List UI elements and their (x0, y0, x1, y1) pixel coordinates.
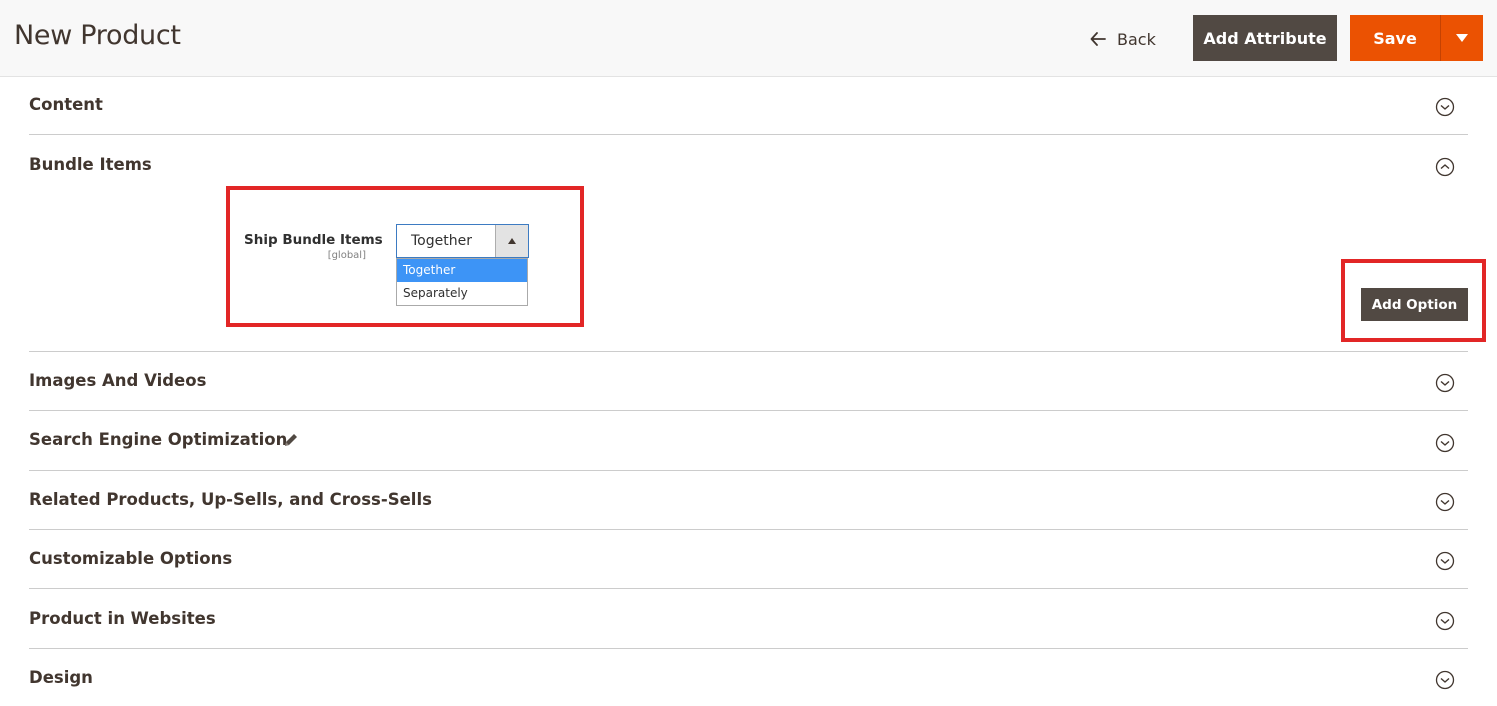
chevron-down-circle-icon[interactable] (1435, 611, 1455, 631)
arrow-left-icon (1090, 32, 1106, 46)
triangle-up-icon (508, 238, 516, 244)
section-title-customizable: Customizable Options (29, 549, 233, 568)
chevron-down-circle-icon[interactable] (1435, 492, 1455, 512)
section-title-bundle-items: Bundle Items (29, 155, 152, 174)
save-button[interactable]: Save (1350, 15, 1441, 61)
triangle-down-icon (1456, 34, 1468, 42)
section-title-websites: Product in Websites (29, 609, 216, 628)
section-related-products[interactable]: Related Products, Up-Sells, and Cross-Se… (29, 471, 1468, 530)
section-title-seo: Search Engine Optimization (29, 430, 288, 449)
add-option-button[interactable]: Add Option (1361, 288, 1468, 321)
scope-label: [global] (327, 250, 366, 261)
save-options-toggle[interactable] (1441, 15, 1483, 61)
option-together[interactable]: Together (397, 259, 527, 282)
chevron-down-circle-icon[interactable] (1435, 551, 1455, 571)
section-title-content: Content (29, 95, 103, 114)
save-split-button: Save (1350, 15, 1483, 61)
section-title-images-videos: Images And Videos (29, 371, 207, 390)
section-images-videos[interactable]: Images And Videos (29, 352, 1468, 411)
chevron-up-circle-icon[interactable] (1435, 157, 1455, 177)
option-separately[interactable]: Separately (397, 282, 527, 305)
back-label: Back (1117, 29, 1156, 49)
add-attribute-button[interactable]: Add Attribute (1193, 15, 1337, 61)
chevron-down-circle-icon[interactable] (1435, 670, 1455, 690)
chevron-down-circle-icon[interactable] (1435, 373, 1455, 393)
section-product-in-websites[interactable]: Product in Websites (29, 589, 1468, 649)
ship-bundle-items-select[interactable]: Together (396, 224, 529, 258)
section-content[interactable]: Content (29, 77, 1468, 135)
section-title-related: Related Products, Up-Sells, and Cross-Se… (29, 490, 432, 509)
section-design[interactable]: Design (29, 649, 1468, 706)
pencil-icon (285, 434, 297, 446)
select-value: Together (411, 233, 472, 249)
chevron-down-circle-icon[interactable] (1435, 97, 1455, 117)
chevron-down-circle-icon[interactable] (1435, 433, 1455, 453)
page-title: New Product (14, 20, 181, 51)
ship-bundle-items-label: Ship Bundle Items (244, 232, 383, 248)
section-customizable-options[interactable]: Customizable Options (29, 530, 1468, 589)
back-button[interactable]: Back (1090, 26, 1156, 52)
section-title-design: Design (29, 668, 93, 687)
select-toggle[interactable] (495, 225, 528, 257)
section-seo[interactable]: Search Engine Optimization (29, 411, 1468, 471)
ship-bundle-items-dropdown: Together Separately (396, 258, 528, 306)
page-header: New Product Back Add Attribute Save (0, 0, 1497, 77)
